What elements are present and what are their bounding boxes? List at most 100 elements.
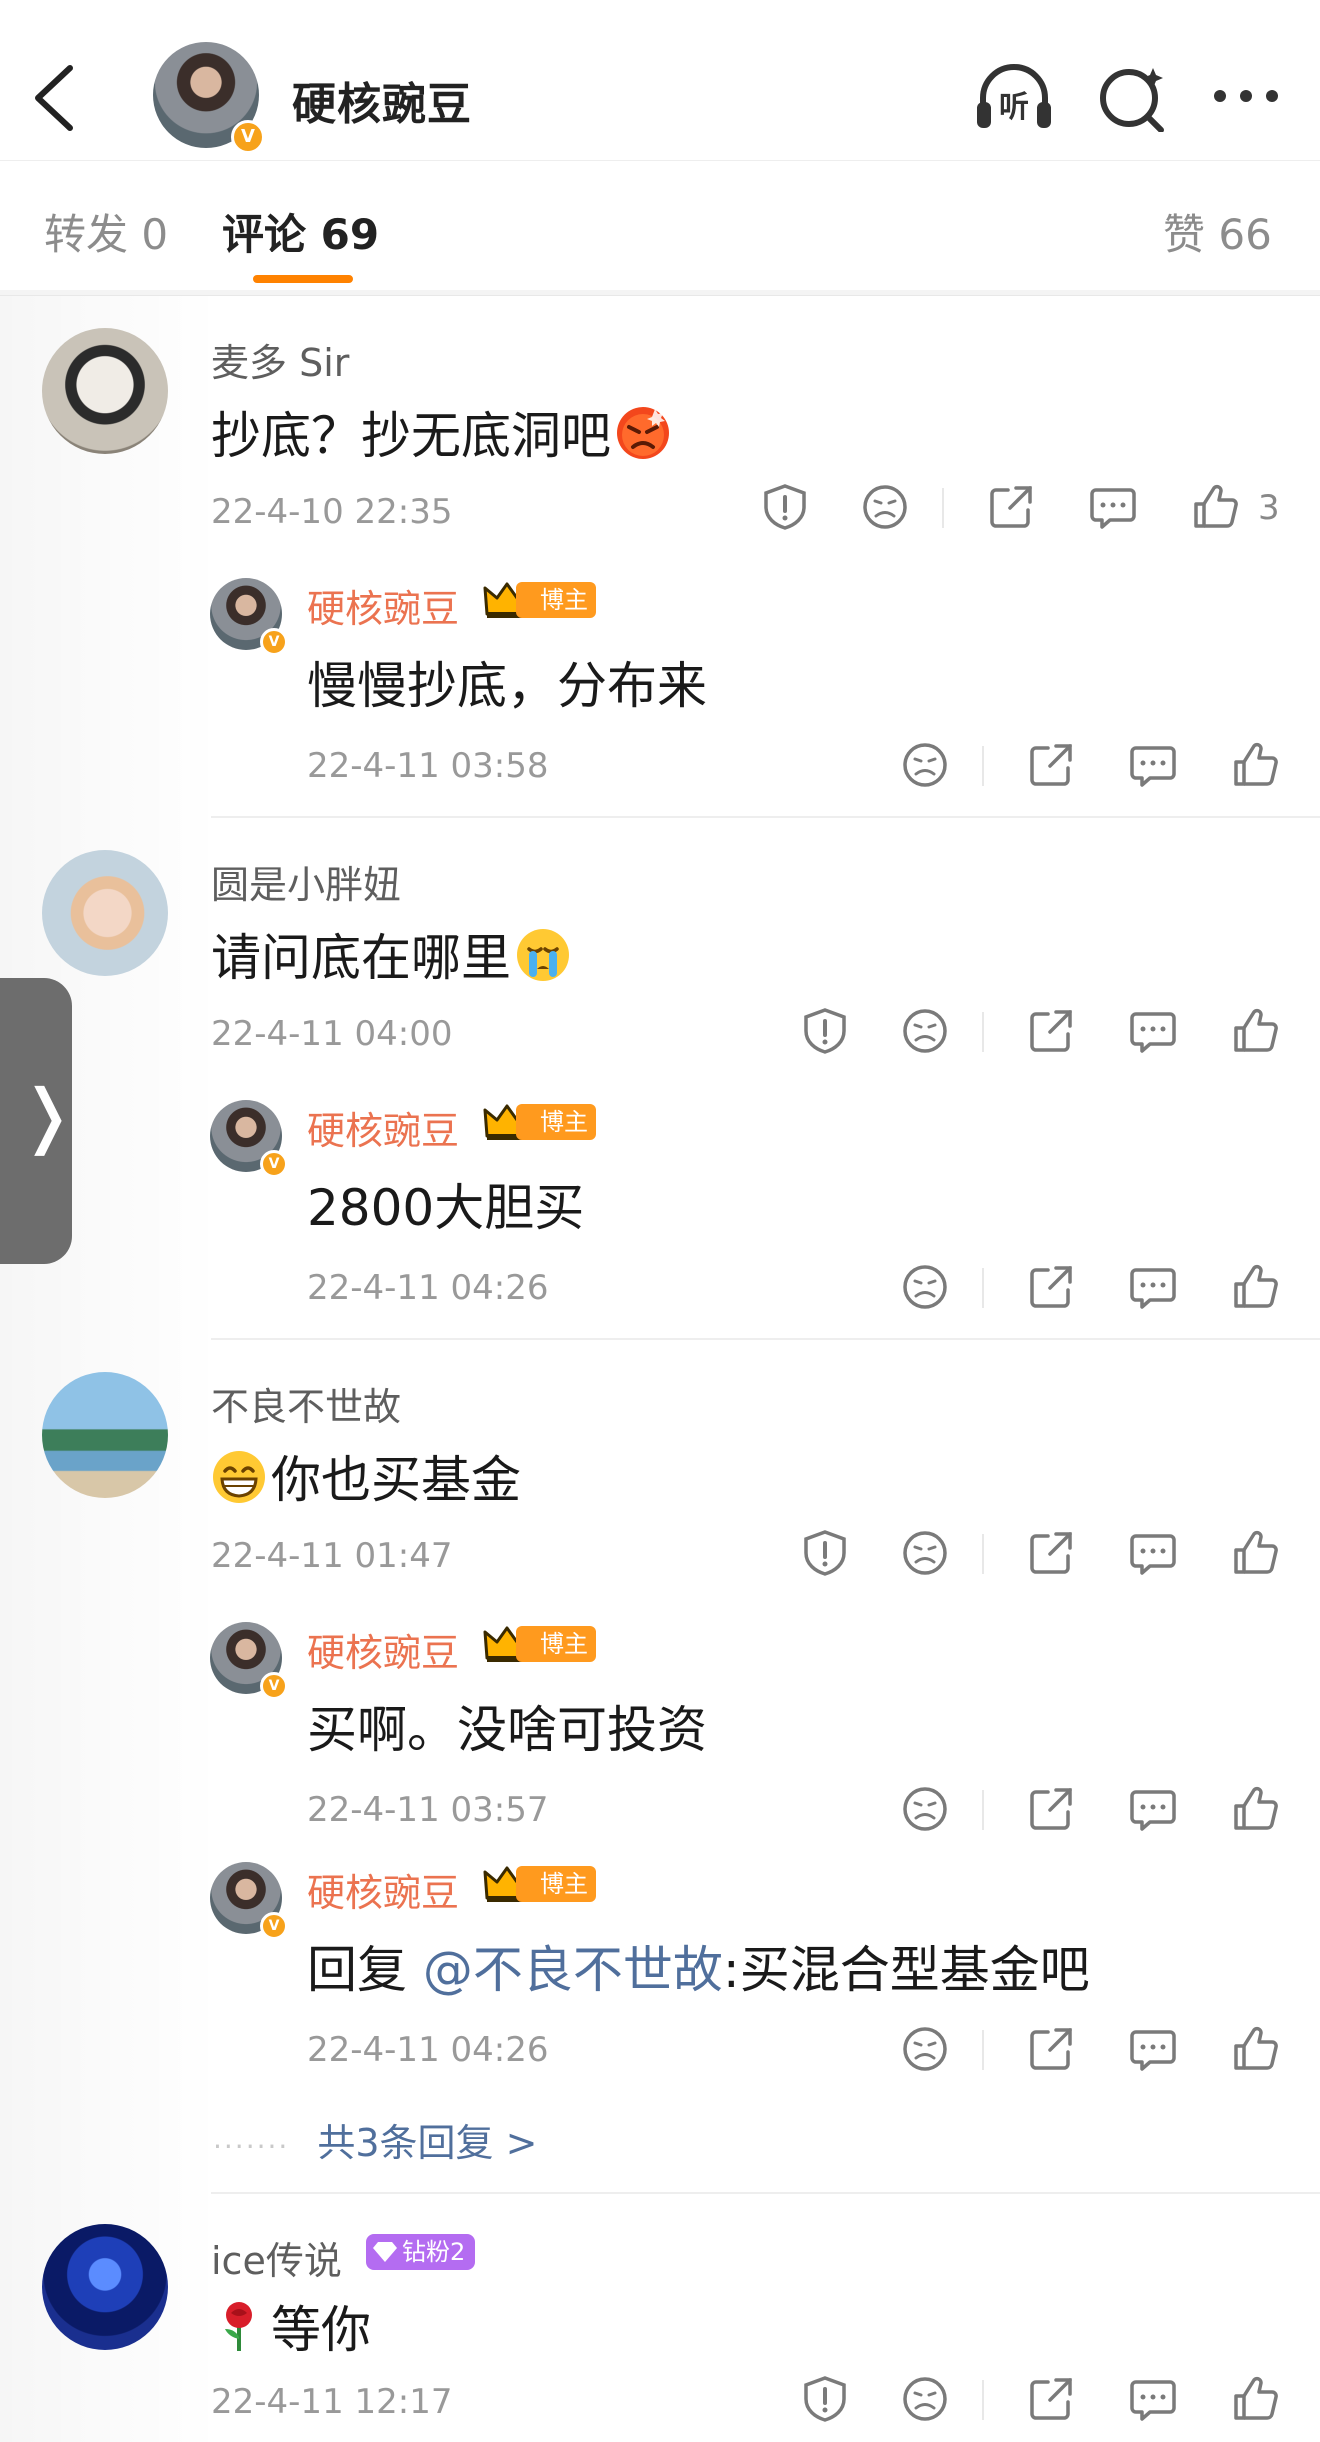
like-thumb-icon[interactable] — [1230, 2374, 1280, 2424]
tab-likes[interactable]: 赞 66 — [1163, 201, 1272, 262]
comment-bubble-icon[interactable] — [1128, 1784, 1178, 1834]
comment-bubble-icon[interactable] — [1088, 482, 1138, 532]
like-thumb-icon[interactable] — [1190, 482, 1240, 532]
verified-badge-icon: V — [260, 1672, 288, 1700]
tab-bar: 转发 0 评论 69 赞 66 — [0, 160, 1320, 292]
listen-headphones-icon[interactable]: 听 — [975, 62, 1053, 132]
divider — [982, 1012, 984, 1052]
reply-text: 2800大胆买 — [307, 1179, 585, 1237]
reply-text: 买啊。没啥可投资 — [307, 1701, 707, 1759]
reply-text: 慢慢抄底，分布来 — [307, 657, 707, 715]
user-avatar[interactable] — [42, 1372, 168, 1498]
reply-avatar[interactable]: V — [210, 1100, 288, 1178]
comment-text: 抄底？抄无底洞吧 — [211, 396, 671, 468]
tab-repost[interactable]: 转发 0 — [44, 201, 168, 262]
report-icon[interactable] — [800, 1528, 850, 1578]
share-icon[interactable] — [1026, 1262, 1076, 1312]
divider — [211, 1338, 1320, 1340]
user-avatar[interactable] — [42, 850, 168, 976]
reply-username[interactable]: 硬核豌豆 — [307, 578, 459, 633]
share-icon[interactable] — [1026, 2374, 1076, 2424]
like-thumb-icon[interactable] — [1230, 1262, 1280, 1312]
reply-avatar[interactable]: V — [210, 1862, 288, 1940]
dislike-face-icon[interactable] — [900, 1528, 950, 1578]
share-icon[interactable] — [1026, 1006, 1076, 1056]
reply-time: 22-4-11 04:26 — [307, 1268, 549, 1308]
user-avatar[interactable] — [42, 328, 168, 454]
share-icon[interactable] — [1026, 2024, 1076, 2074]
like-thumb-icon[interactable] — [1230, 740, 1280, 790]
blogger-badge: 博主 — [516, 582, 596, 618]
reply-avatar[interactable]: V — [210, 1622, 288, 1700]
reply-username[interactable]: 硬核豌豆 — [307, 1862, 459, 1917]
comment-actions: 3 — [760, 482, 1320, 542]
reply-actions — [900, 1262, 1320, 1322]
dislike-face-icon[interactable] — [860, 482, 910, 532]
report-icon[interactable] — [800, 2374, 850, 2424]
blogger-badge: 博主 — [516, 1626, 596, 1662]
ai-search-icon[interactable] — [1095, 62, 1173, 132]
author-avatar[interactable]: V — [153, 42, 265, 154]
comment-bubble-icon[interactable] — [1128, 2374, 1178, 2424]
dislike-face-icon[interactable] — [900, 1262, 950, 1312]
back-chevron-icon[interactable] — [28, 58, 78, 138]
verified-badge-icon: V — [260, 628, 288, 656]
share-icon[interactable] — [1026, 1528, 1076, 1578]
comment-bubble-icon[interactable] — [1128, 740, 1178, 790]
tab-comments[interactable]: 评论 69 — [222, 201, 379, 262]
more-replies-link[interactable]: ······· 共3条回复 > — [213, 2112, 537, 2167]
reply-username[interactable]: 硬核豌豆 — [307, 1100, 459, 1155]
dislike-face-icon[interactable] — [900, 2374, 950, 2424]
divider — [982, 1534, 984, 1574]
comment-bubble-icon[interactable] — [1128, 1528, 1178, 1578]
side-panel-handle[interactable]: ❭ — [0, 978, 77, 1264]
comment-bubble-icon[interactable] — [1128, 2024, 1178, 2074]
like-thumb-icon[interactable] — [1230, 2024, 1280, 2074]
divider — [982, 1790, 984, 1830]
page-title[interactable]: 硬核豌豆 — [292, 68, 472, 132]
angry-emoji-icon — [617, 407, 669, 459]
reply-username[interactable]: 硬核豌豆 — [307, 1622, 459, 1677]
dislike-face-icon[interactable] — [900, 2024, 950, 2074]
divider — [211, 816, 1320, 818]
dislike-face-icon[interactable] — [900, 740, 950, 790]
comment-username[interactable]: 不良不世故 — [211, 1376, 401, 1431]
rose-emoji-icon — [225, 2302, 252, 2351]
share-icon[interactable] — [1026, 740, 1076, 790]
dislike-face-icon[interactable] — [900, 1006, 950, 1056]
verified-badge-icon: V — [260, 1912, 288, 1940]
active-tab-indicator — [253, 275, 353, 283]
comment-time: 22-4-11 12:17 — [211, 2382, 453, 2422]
comment-bubble-icon[interactable] — [1128, 1262, 1178, 1312]
reply-time: 22-4-11 03:57 — [307, 1790, 549, 1830]
comment-text: 请问底在哪里 — [211, 918, 571, 990]
divider — [942, 488, 944, 528]
reply-time: 22-4-11 04:26 — [307, 2030, 549, 2070]
dislike-face-icon[interactable] — [900, 1784, 950, 1834]
mention-link[interactable]: @不良不世故 — [423, 1941, 723, 1999]
like-thumb-icon[interactable] — [1230, 1006, 1280, 1056]
grin-emoji-icon — [213, 1451, 265, 1503]
comment-username: ice传说 — [211, 2239, 342, 2283]
blogger-badge: 博主 — [516, 1104, 596, 1140]
user-avatar[interactable] — [42, 2224, 168, 2350]
share-icon[interactable] — [1026, 1784, 1076, 1834]
diamond-fan-badge: 钻粉2 — [366, 2234, 476, 2270]
like-thumb-icon[interactable] — [1230, 1784, 1280, 1834]
reply-actions — [900, 2024, 1320, 2084]
reply-avatar[interactable]: V — [210, 578, 288, 656]
crying-emoji-icon — [517, 929, 569, 981]
report-icon[interactable] — [760, 482, 810, 532]
chevron-right-icon: ❭ — [18, 1074, 77, 1156]
comment-actions — [800, 2374, 1320, 2434]
dots-decoration: ······· — [213, 2130, 290, 2163]
like-thumb-icon[interactable] — [1230, 1528, 1280, 1578]
divider — [982, 746, 984, 786]
comment-bubble-icon[interactable] — [1128, 1006, 1178, 1056]
share-icon[interactable] — [986, 482, 1036, 532]
report-icon[interactable] — [800, 1006, 850, 1056]
comment-username[interactable]: 麦多 Sir — [211, 332, 349, 387]
more-dots-icon[interactable] — [1210, 62, 1288, 132]
divider — [211, 2192, 1320, 2194]
comment-username[interactable]: 圆是小胖妞 — [211, 854, 401, 909]
